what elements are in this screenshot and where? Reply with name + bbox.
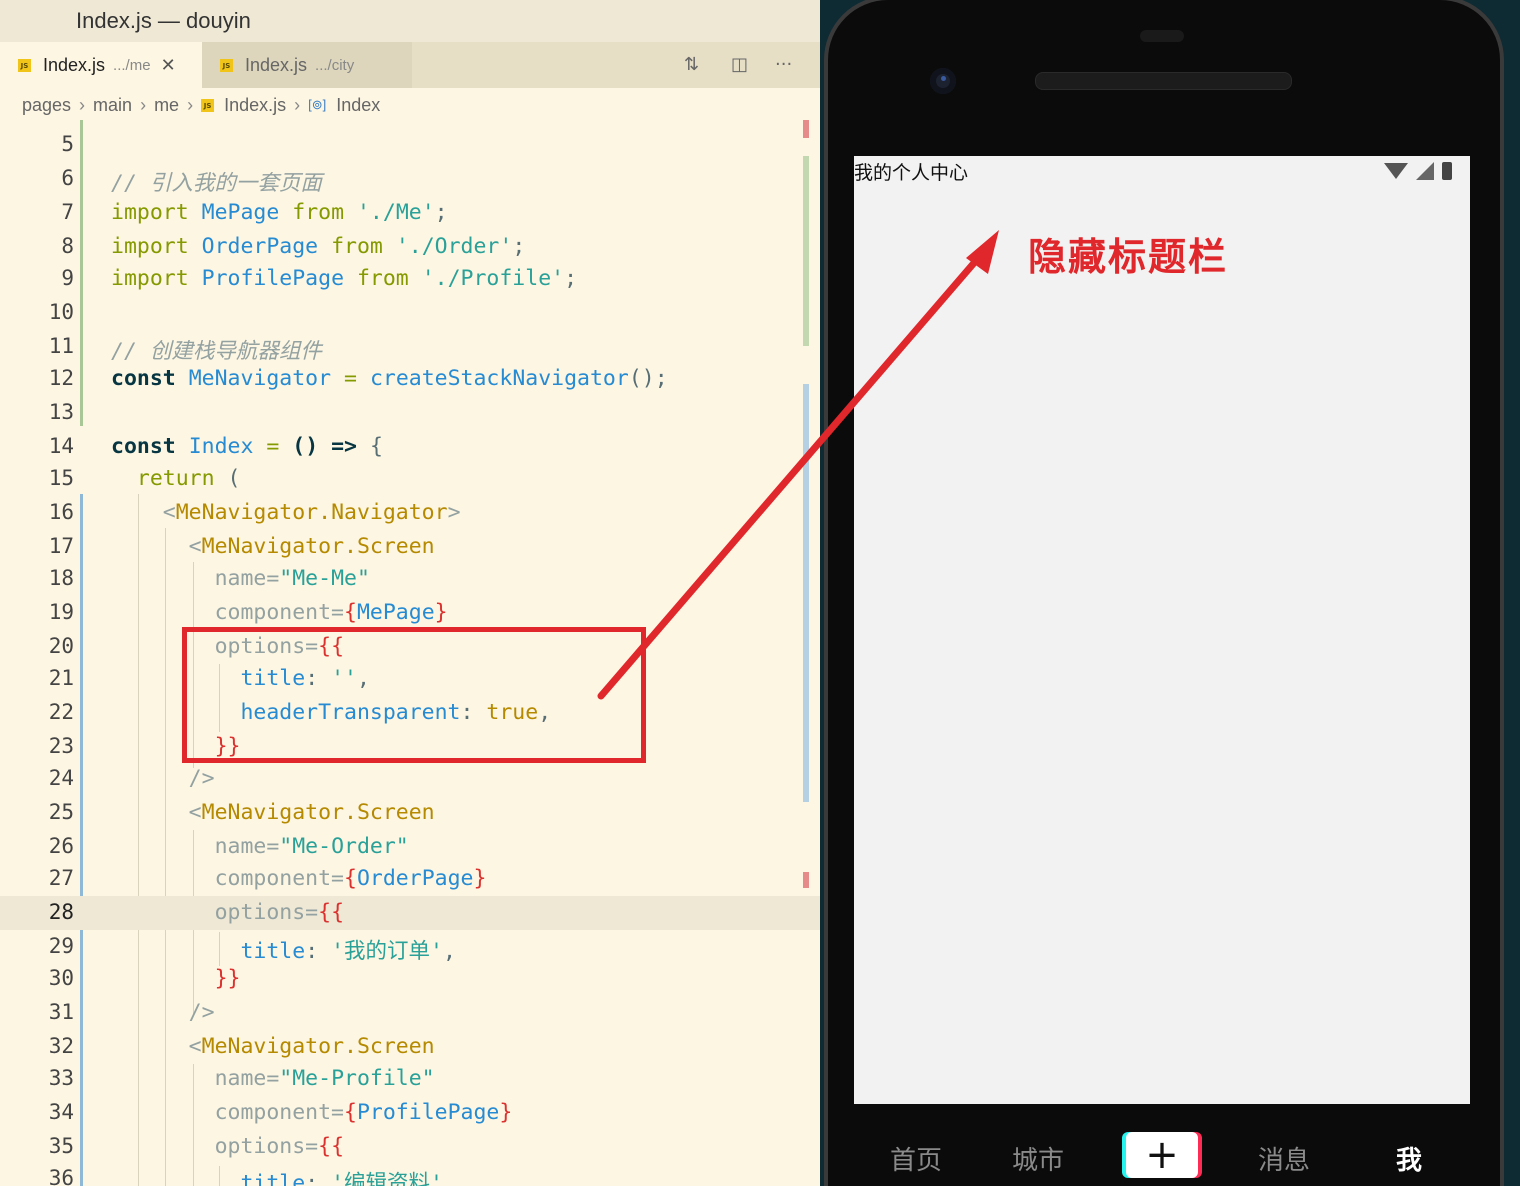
code-line: 11// 创建栈导航器组件 — [48, 334, 322, 364]
window-title: Index.js — douyin — [76, 8, 251, 33]
code-line: 26 name="Me-Order" — [48, 834, 409, 859]
js-file-icon: JS — [201, 98, 215, 112]
tab-messages[interactable]: 消息 — [1258, 1140, 1310, 1177]
split-editor-icon[interactable]: ◫ — [731, 54, 748, 75]
code-line: 6// 引入我的一套页面 — [61, 166, 322, 196]
code-line: 13 — [48, 400, 74, 424]
code-line: 24 /> — [48, 766, 215, 791]
tab-city[interactable]: 城市 — [1012, 1140, 1064, 1177]
code-line: 32 <MeNavigator.Screen — [48, 1034, 435, 1059]
code-line-current: 28 options={{ — [0, 896, 820, 930]
tab-path: .../city — [315, 56, 355, 74]
js-file-icon: JS — [18, 58, 31, 72]
code-line: 34 component={ProfilePage} — [48, 1100, 513, 1125]
breadcrumb-item[interactable]: Index.js — [224, 95, 286, 116]
phone-screen[interactable]: 我的个人中心 — [854, 156, 1470, 1104]
code-line: 10 — [48, 300, 74, 324]
code-line: 29 title: '我的订单', — [48, 934, 456, 964]
chevron-right-icon: › — [79, 94, 86, 115]
code-line: 31 /> — [48, 1000, 215, 1025]
code-line: 7 import MePage from './Me'; — [61, 200, 448, 225]
tab-me[interactable]: 我 — [1396, 1140, 1422, 1177]
status-icons — [1384, 162, 1452, 180]
breadcrumb-item[interactable]: main — [93, 95, 132, 116]
tab-home[interactable]: 首页 — [890, 1140, 942, 1177]
compare-icon[interactable]: ⇅ — [684, 54, 699, 75]
bottom-tab-bar: 首页 城市 + 消息 我 — [854, 1104, 1470, 1186]
js-file-icon: JS — [220, 58, 233, 72]
chevron-right-icon: › — [187, 94, 194, 115]
tab-filename: Index.js — [245, 54, 308, 75]
code-line: 16 <MeNavigator.Navigator> — [48, 500, 461, 525]
tab-bar: JS Index.js .../me ✕ JS Index.js .../cit… — [0, 42, 820, 88]
code-line: 33 name="Me-Profile" — [48, 1066, 435, 1091]
code-editor: Index.js — douyin JS Index.js .../me ✕ J… — [0, 0, 820, 1186]
add-button[interactable]: + — [1126, 1132, 1198, 1178]
camera-icon — [930, 68, 956, 94]
symbol-icon: [⊚] — [308, 97, 327, 112]
code-line: 9 import ProfilePage from './Profile'; — [61, 266, 578, 291]
code-line: 18 name="Me-Me" — [48, 566, 370, 591]
annotation-label: 隐藏标题栏 — [1028, 235, 1229, 279]
code-line: 5 — [61, 132, 74, 156]
battery-icon — [1442, 162, 1452, 180]
earpiece — [1140, 30, 1184, 42]
code-line: 36 title: '编辑资料', — [48, 1166, 456, 1186]
wifi-icon — [1384, 163, 1408, 179]
breadcrumb-item[interactable]: me — [154, 95, 179, 116]
tab-filename: Index.js — [43, 54, 106, 75]
code-line: 19 component={MePage} — [48, 600, 448, 625]
close-icon[interactable]: ✕ — [161, 55, 176, 76]
code-line: 15 return ( — [48, 466, 241, 491]
breadcrumb: pages › main › me › JS Index.js › [⊚] In… — [0, 88, 820, 122]
tab-index-city[interactable]: JS Index.js .../city — [202, 42, 412, 88]
tab-path: .../me — [113, 56, 151, 74]
chevron-right-icon: › — [140, 94, 147, 115]
signal-icon — [1416, 162, 1434, 180]
breadcrumb-item[interactable]: pages — [22, 95, 71, 116]
highlight-box — [182, 627, 646, 763]
code-line: 25 <MeNavigator.Screen — [48, 800, 435, 825]
title-bar: Index.js — douyin — [0, 0, 820, 42]
code-line: 27 component={OrderPage} — [48, 866, 487, 891]
code-line: 17 <MeNavigator.Screen — [48, 534, 435, 559]
code-line: 8 import OrderPage from './Order'; — [61, 234, 526, 259]
tab-index-me[interactable]: JS Index.js .../me ✕ — [0, 42, 202, 88]
code-line: 30 }} — [48, 966, 241, 991]
more-icon[interactable]: ··· — [775, 54, 792, 75]
chevron-right-icon: › — [294, 94, 301, 115]
breadcrumb-item[interactable]: Index — [336, 95, 380, 116]
code-line: 35 options={{ — [48, 1134, 345, 1159]
code-line: 14 const Index = () => { — [48, 434, 383, 459]
speaker-grille — [1035, 72, 1292, 90]
code-line: 12 const MeNavigator = createStackNavigat… — [48, 366, 668, 391]
screen-title: 我的个人中心 — [854, 162, 969, 184]
